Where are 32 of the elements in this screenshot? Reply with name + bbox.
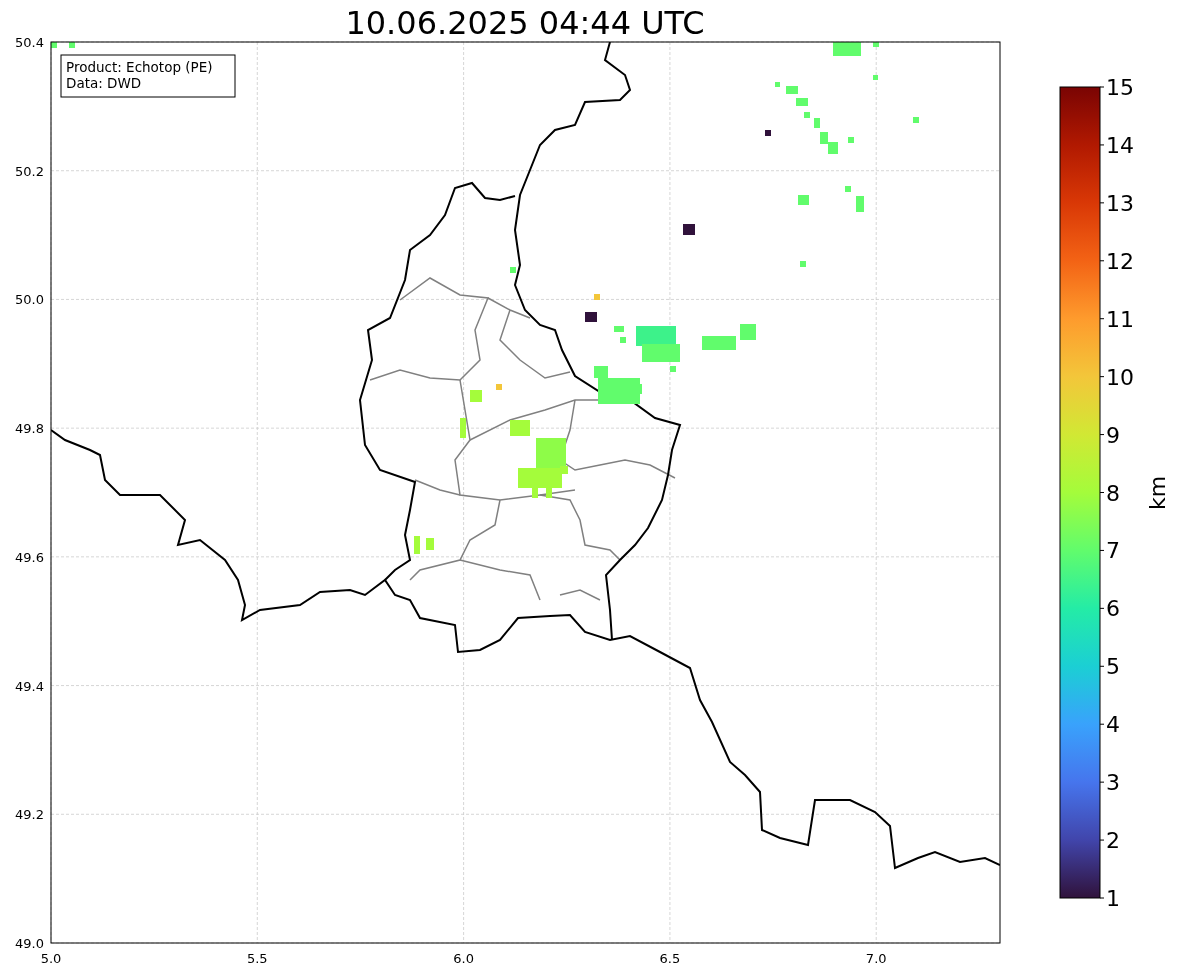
colorbar-tick-label: 12 [1106, 248, 1134, 274]
colorbar-tick-label: 15 [1106, 75, 1134, 100]
colorbar-tick-label: 2 [1106, 828, 1120, 854]
colorbar-tick-label: 14 [1106, 132, 1134, 158]
colorbar-label: km [1145, 475, 1170, 511]
colorbar-tick-label: 5 [1106, 654, 1120, 680]
colorbar-tick-label: 7 [1106, 538, 1120, 564]
colorbar-tick-label: 13 [1106, 190, 1134, 216]
colorbar-tick-label: 10 [1106, 364, 1134, 390]
x-axis-tick-label: 7.0 [865, 951, 887, 966]
colorbar-tick-label: 4 [1106, 712, 1120, 738]
info-text: Product: Echotop (PE) [66, 59, 213, 75]
x-axis-tick-label: 6.0 [453, 951, 474, 966]
y-axis-tick-label: 50.4 [15, 35, 44, 50]
colorbar-tick-label: 9 [1106, 422, 1120, 448]
chart-title: 10.06.2025 04:44 UTC [345, 4, 705, 42]
colorbar-tick-label: 1 [1106, 886, 1120, 911]
x-axis-tick-label: 5.0 [40, 951, 62, 966]
colorbar-tick-label: 3 [1106, 770, 1120, 796]
x-axis-tick-label: 5.5 [246, 951, 268, 966]
y-axis-tick-label: 49.4 [15, 678, 44, 694]
y-axis-tick-label: 50.2 [15, 163, 44, 179]
y-axis-tick-label: 49.6 [15, 549, 44, 565]
colorbar-tick-label: 6 [1106, 596, 1120, 622]
y-axis-tick-label: 49.0 [15, 936, 44, 951]
colorbar-tick-label: 11 [1106, 306, 1134, 332]
y-axis-tick-label: 49.8 [15, 421, 44, 437]
y-axis-tick-label: 50.0 [15, 292, 44, 308]
colorbar-tick-label: 8 [1106, 480, 1120, 506]
x-axis-tick-label: 6.5 [659, 951, 681, 966]
info-text: Data: DWD [66, 75, 142, 91]
y-axis-tick-label: 49.2 [15, 807, 44, 823]
